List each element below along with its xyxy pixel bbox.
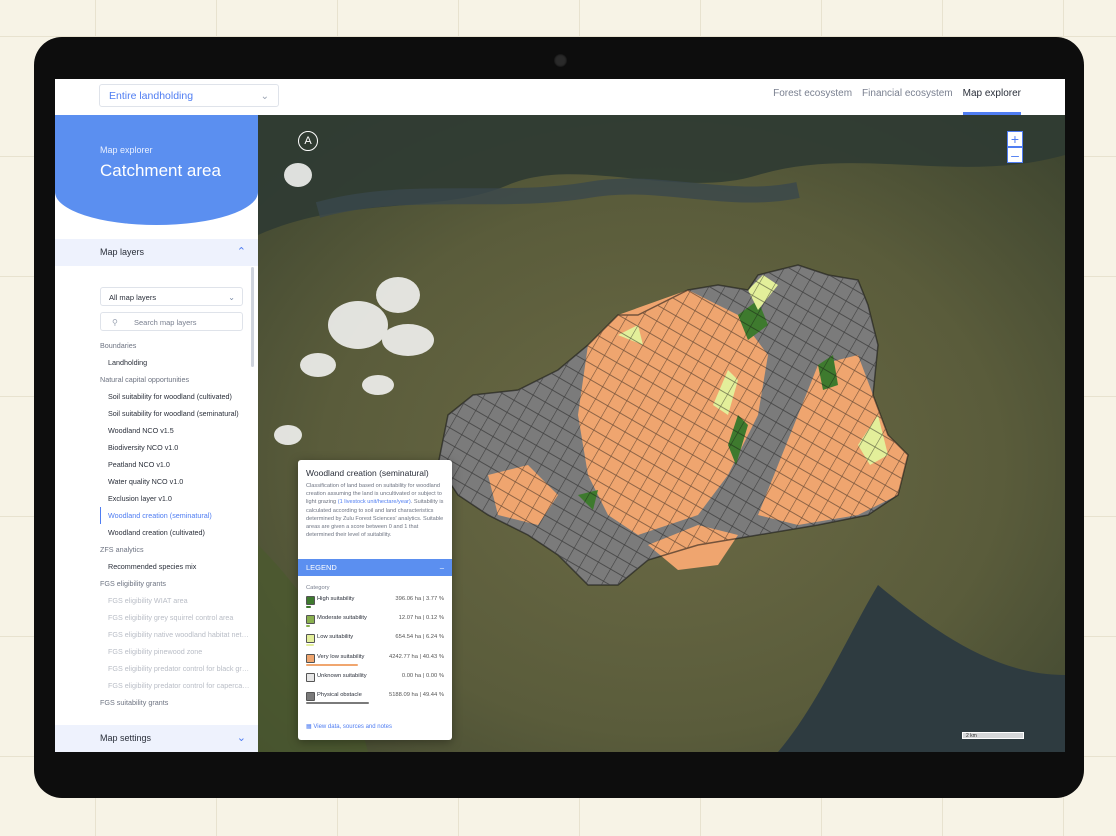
legend-share-bar	[306, 606, 311, 608]
layer-item: FGS eligibility predator control for cap…	[108, 681, 250, 690]
chevron-up-icon: ⌃	[236, 246, 246, 258]
chevron-down-icon: ⌄	[228, 293, 235, 302]
legend-label: LEGEND	[306, 563, 337, 572]
map-settings-label: Map settings	[100, 733, 152, 743]
legend-share-bar	[306, 625, 310, 628]
layer-item[interactable]: Landholding	[100, 354, 250, 371]
layer-search-input[interactable]: ⚲ Search map layers	[100, 312, 243, 331]
map-view[interactable]: A + – 2 km Woodland creation (seminatura…	[258, 115, 1065, 752]
legend-label: High suitability	[317, 596, 355, 602]
view-data-label: View data, sources and notes	[313, 724, 392, 730]
tab-map-explorer[interactable]: Map explorer	[962, 79, 1022, 115]
legend-swatch	[306, 615, 315, 625]
legend-swatch	[306, 634, 315, 644]
legend-value: 396.06 ha | 3.77 %	[395, 596, 444, 602]
layer-info-card: Woodland creation (seminatural) Classifi…	[298, 460, 452, 740]
livestock-unit-link[interactable]: (1 livestock unit/hectare/year)	[338, 499, 411, 505]
layer-info-description: Classification of land based on suitabil…	[306, 482, 446, 539]
chevron-down-icon: ⌄	[260, 91, 269, 102]
sidebar-scrollbar[interactable]	[251, 267, 254, 367]
legend-label: Unknown suitability	[317, 672, 367, 679]
scale-bar: 2 km	[962, 732, 1024, 739]
layer-item[interactable]: Water quality NCO v1.0	[100, 473, 250, 490]
page-subtitle: Map explorer	[100, 145, 153, 155]
layer-item[interactable]: Woodland creation (cultivated)	[100, 524, 250, 541]
layer-item: FGS eligibility predator control for bla…	[108, 664, 250, 673]
search-icon: ⚲	[112, 318, 118, 327]
layer-group-heading: Natural capital opportunities	[100, 375, 190, 384]
layer-item[interactable]: Exclusion layer v1.0	[100, 490, 250, 507]
legend-label: Physical obstacle	[317, 692, 362, 698]
layer-item: FGS eligibility WIAT area	[108, 596, 188, 605]
layers-filter-dropdown[interactable]: All map layers ⌄	[100, 287, 243, 306]
legend-category-label: Category	[306, 585, 330, 591]
legend-label: Moderate suitability	[317, 615, 367, 622]
layer-search-placeholder: Search map layers	[134, 318, 197, 327]
legend-value: 4242.77 ha | 40.43 %	[388, 653, 444, 660]
zoom-controls: + –	[1007, 131, 1023, 163]
layer-item[interactable]: Biodiversity NCO v1.0	[100, 439, 250, 456]
layer-item: FGS eligibility grey squirrel control ar…	[108, 613, 234, 622]
legend-header[interactable]: LEGEND –	[298, 559, 452, 576]
page-title: Catchment area	[100, 161, 221, 180]
legend-swatch	[306, 596, 315, 605]
legend-label: Very low suitability	[317, 653, 365, 660]
north-arrow-icon[interactable]: A	[298, 131, 318, 151]
table-icon: ▦	[306, 724, 312, 730]
layer-item[interactable]: Recommended species mix	[100, 558, 250, 575]
app-screen: Entire landholding ⌄ Forest ecosystem Fi…	[55, 79, 1065, 752]
layer-group-heading: FGS suitability grants	[100, 698, 169, 707]
tab-financial-ecosystem[interactable]: Financial ecosystem	[862, 79, 953, 115]
legend-swatch	[306, 653, 315, 663]
layer-group-heading: Boundaries	[100, 341, 137, 350]
top-nav: Forest ecosystem Financial ecosystem Map…	[773, 79, 1022, 115]
legend-swatch	[306, 672, 315, 682]
legend-row: Very low suitability 4242.77 ha | 40.43 %	[306, 653, 444, 672]
layer-item[interactable]: Peatland NCO v1.0	[100, 456, 250, 473]
layer-list: Boundaries Landholding Natural capital opp…	[100, 337, 250, 711]
legend-row: Moderate suitability 12.07 ha | 0.12 %	[306, 615, 444, 633]
layer-item[interactable]: Soil suitability for woodland (cultivate…	[100, 388, 250, 405]
layers-filter-value: All map layers	[109, 293, 157, 302]
legend-share-bar	[306, 663, 358, 666]
zoom-out-button[interactable]: –	[1007, 147, 1023, 163]
layer-group-heading: ZFS analytics	[100, 545, 144, 554]
map-layers-label: Map layers	[100, 247, 145, 257]
legend-value: 654.54 ha | 6.24 %	[395, 634, 444, 641]
legend-row: Unknown suitability 0.00 ha | 0.00 %	[306, 672, 444, 691]
area-dropdown-value: Entire landholding	[109, 90, 194, 102]
layer-item: FGS eligibility native woodland habitat …	[108, 630, 250, 639]
laptop-frame: Entire landholding ⌄ Forest ecosystem Fi…	[34, 37, 1084, 798]
legend-value: 0.00 ha | 0.00 %	[401, 672, 444, 679]
legend-value: 5188.09 ha | 49.44 %	[388, 692, 444, 698]
legend-row: Physical obstacle 5188.09 ha | 49.44 %	[306, 692, 444, 710]
map-settings-section-toggle[interactable]: Map settings ⌄	[55, 725, 258, 752]
zoom-in-button[interactable]: +	[1007, 131, 1023, 147]
tab-forest-ecosystem[interactable]: Forest ecosystem	[773, 79, 852, 115]
legend-row: High suitability 396.06 ha | 3.77 %	[306, 596, 444, 614]
layer-info-title: Woodland creation (seminatural)	[306, 468, 429, 478]
layer-group-heading: FGS eligibility grants	[100, 579, 166, 588]
legend-row: Low suitability 654.54 ha | 6.24 %	[306, 634, 444, 652]
chevron-down-icon: ⌄	[236, 732, 246, 744]
top-bar: Entire landholding ⌄ Forest ecosystem Fi…	[55, 79, 1065, 115]
collapse-icon[interactable]: –	[440, 559, 444, 576]
legend-label: Low suitability	[317, 634, 354, 641]
map-layers-section-toggle[interactable]: Map layers ⌃	[55, 239, 258, 266]
layer-item-active[interactable]: Woodland creation (seminatural)	[100, 507, 250, 524]
legend-swatch	[306, 692, 315, 701]
layer-item[interactable]: Soil suitability for woodland (seminatur…	[100, 405, 250, 422]
sidebar-hero: Map explorer Catchment area	[55, 115, 258, 225]
legend-share-bar	[306, 702, 370, 704]
layer-item[interactable]: Woodland NCO v1.5	[100, 422, 250, 439]
view-data-link[interactable]: ▦ View data, sources and notes	[306, 723, 392, 730]
legend-share-bar	[306, 644, 314, 647]
legend-value: 12.07 ha | 0.12 %	[398, 615, 444, 622]
layer-item: FGS eligibility pinewood zone	[108, 647, 203, 656]
sidebar: Map explorer Catchment area Map layers ⌃…	[55, 115, 258, 752]
camera	[554, 54, 567, 67]
area-dropdown[interactable]: Entire landholding ⌄	[99, 84, 279, 107]
